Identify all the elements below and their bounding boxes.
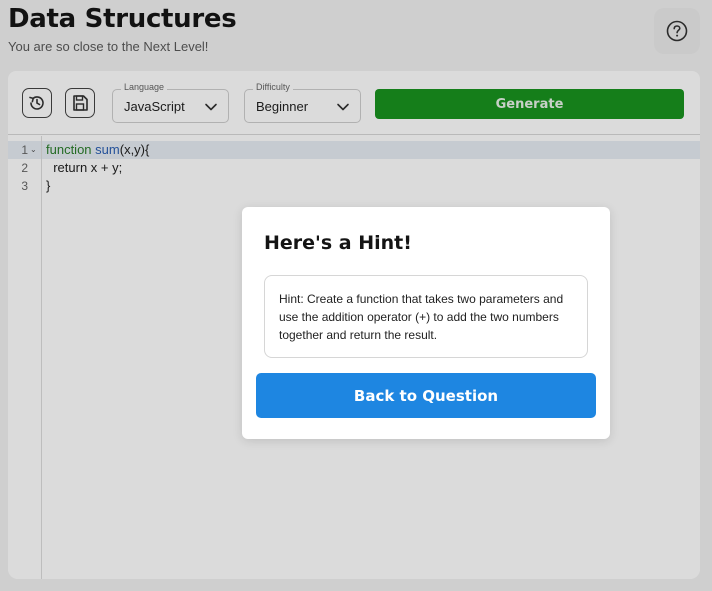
back-to-question-button[interactable]: Back to Question bbox=[256, 373, 596, 418]
hint-modal: Here's a Hint! Hint: Create a function t… bbox=[242, 207, 610, 439]
modal-title: Here's a Hint! bbox=[264, 232, 412, 254]
hint-text: Hint: Create a function that takes two p… bbox=[279, 292, 564, 342]
hint-box: Hint: Create a function that takes two p… bbox=[264, 275, 588, 358]
